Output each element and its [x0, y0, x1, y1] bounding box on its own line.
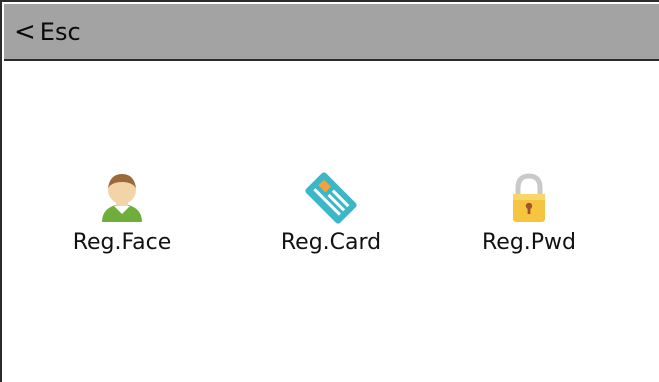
screen-frame: < Esc Reg.Face Reg.Card Reg.Pwd [0, 0, 659, 382]
menu-item-label: Reg.Face [72, 230, 172, 255]
menu-item-reg-card[interactable]: Reg.Card [256, 170, 406, 270]
menu-item-label: Reg.Pwd [481, 230, 576, 255]
esc-back-button[interactable]: < Esc [14, 15, 81, 49]
id-card-icon [305, 172, 357, 224]
top-bar: < Esc [4, 4, 659, 61]
menu-item-reg-pwd[interactable]: Reg.Pwd [454, 170, 604, 270]
padlock-icon [513, 173, 545, 222]
menu-item-reg-face[interactable]: Reg.Face [47, 170, 197, 270]
esc-label: Esc [39, 18, 81, 46]
chevron-left-icon: < [14, 17, 36, 47]
user-face-icon [102, 174, 142, 222]
menu-item-label: Reg.Card [280, 230, 382, 255]
